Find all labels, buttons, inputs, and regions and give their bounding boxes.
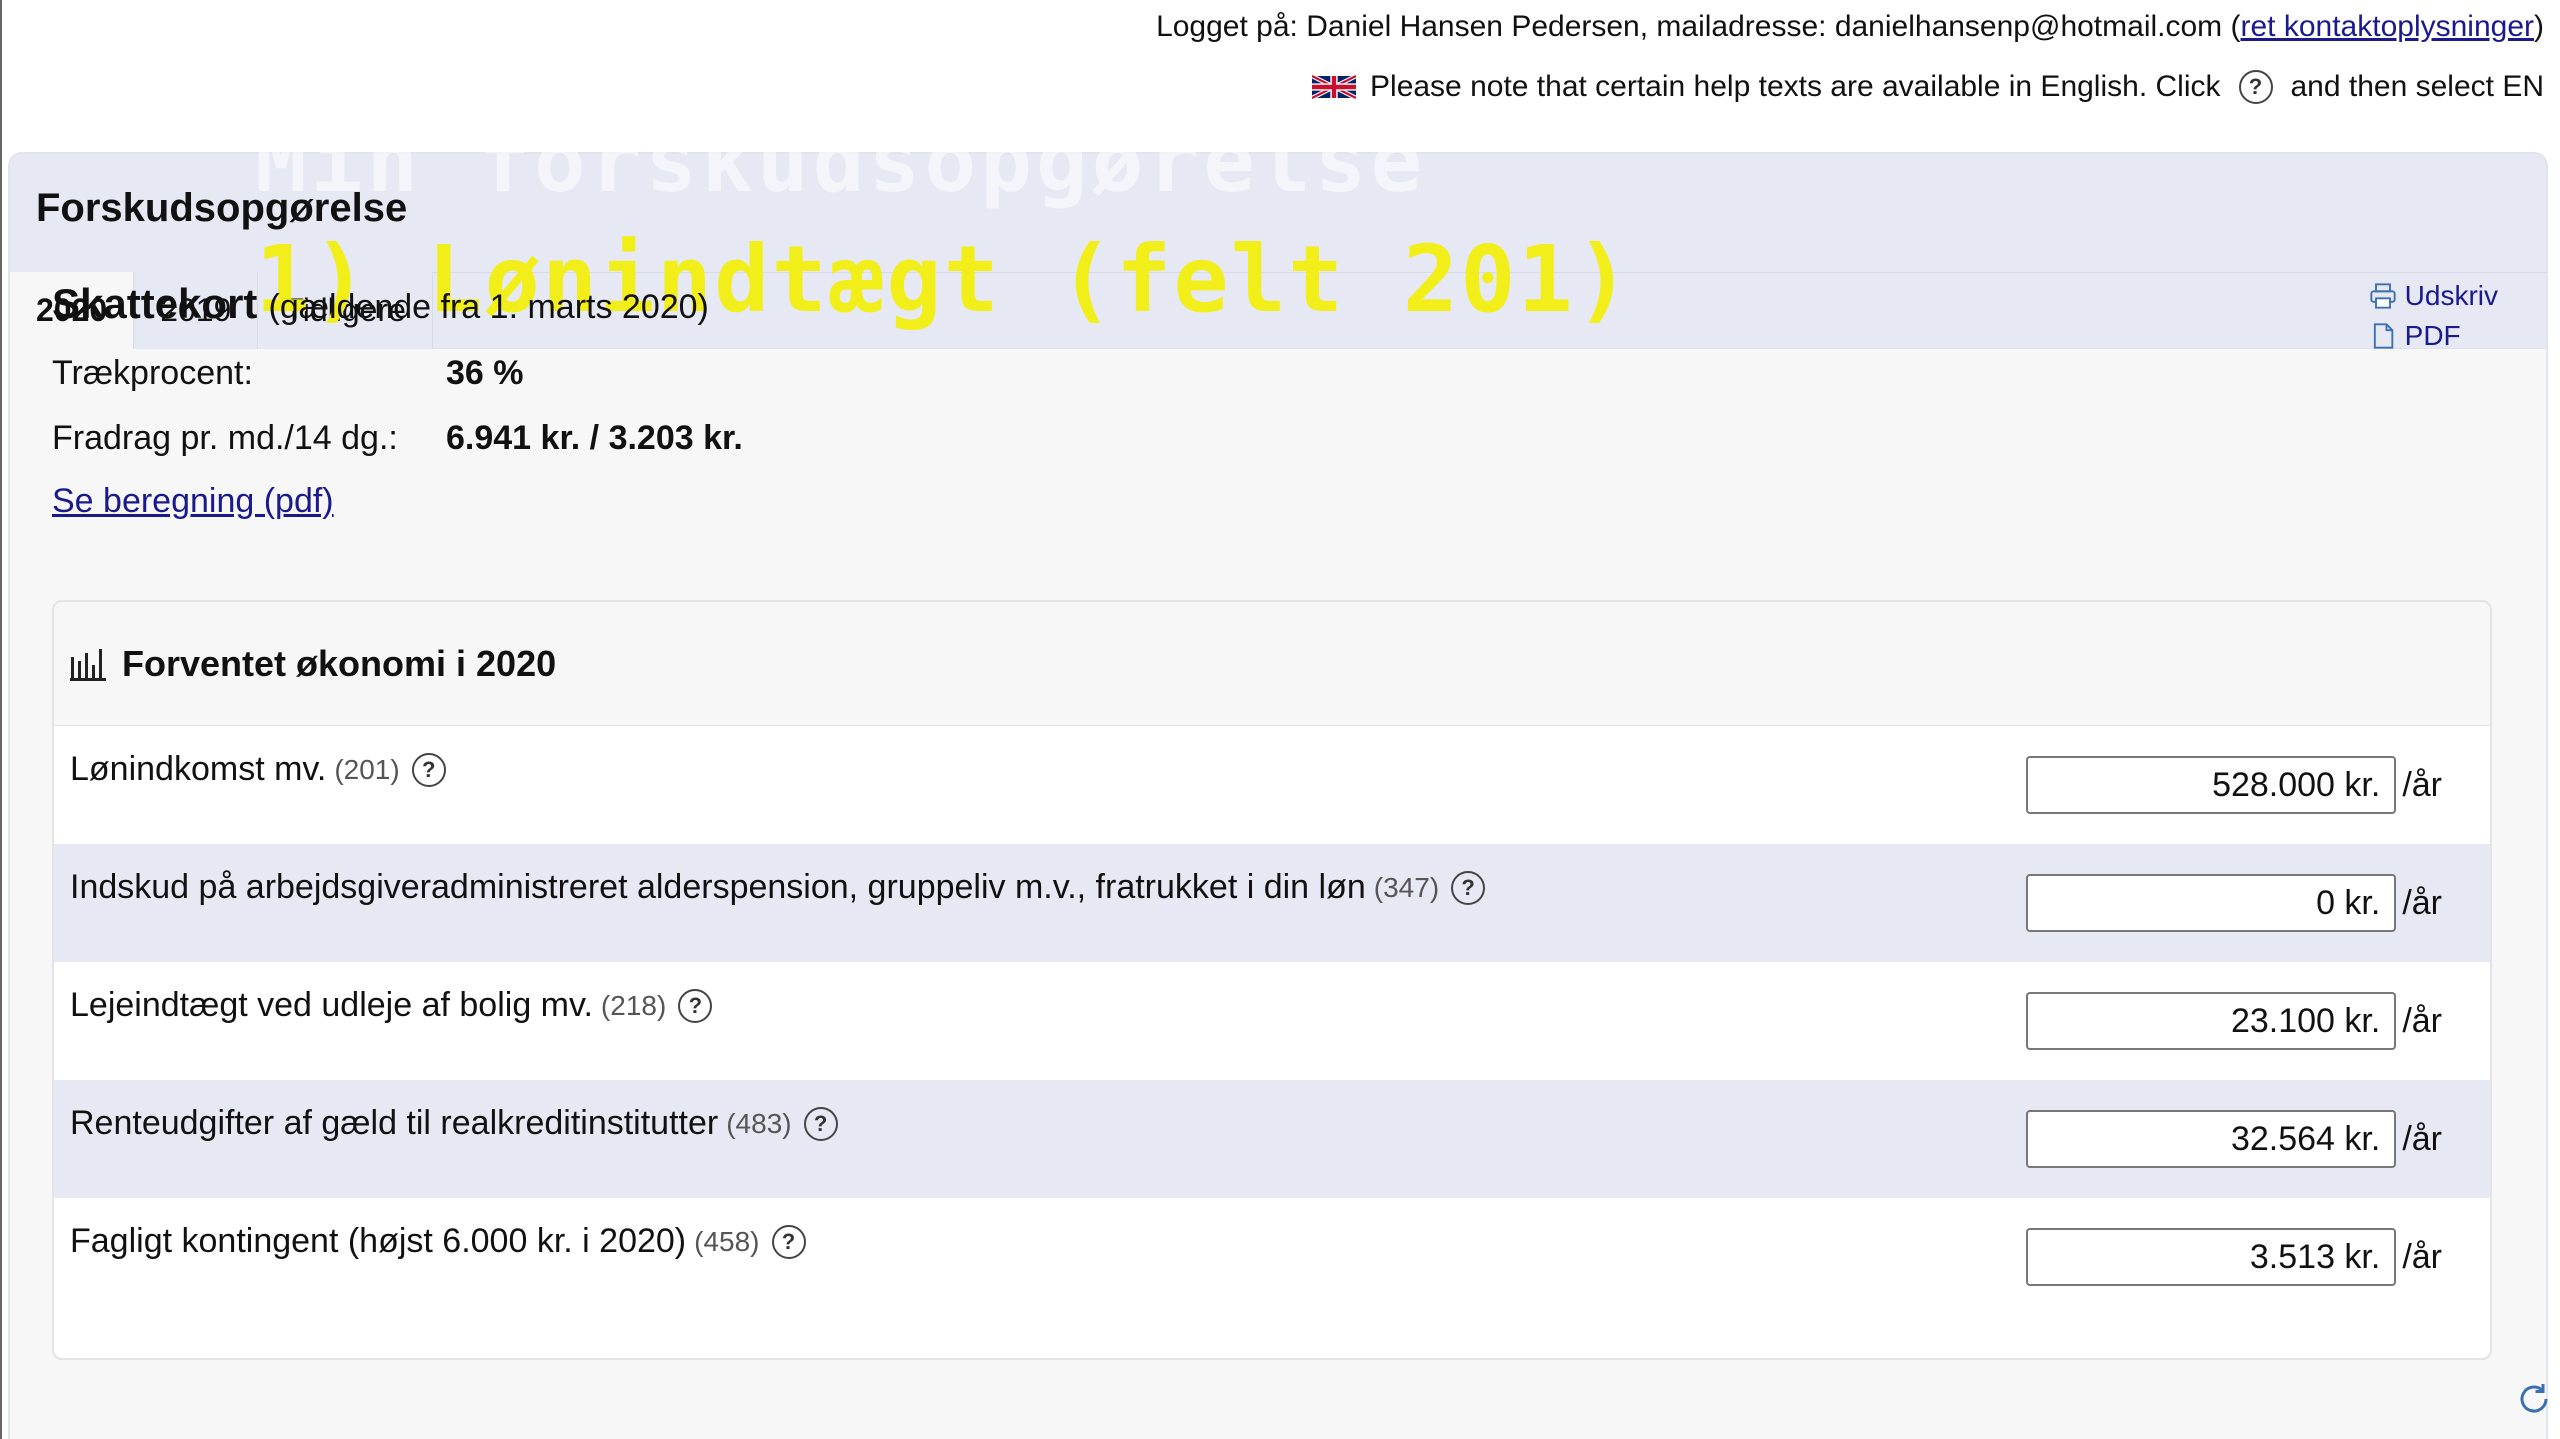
per-year-unit: /år <box>2402 1119 2442 1158</box>
printer-icon <box>2370 283 2396 309</box>
row-label-text: Renteudgifter af gæld til realkreditinst… <box>70 1104 719 1142</box>
row-label: Renteudgifter af gæld til realkreditinst… <box>70 1104 842 1143</box>
window-left-edge <box>0 0 2 1439</box>
print-action[interactable]: Udskriv <box>2369 280 2498 312</box>
skattekort-subtitle: (gældende fra 1. marts 2020) <box>268 288 709 326</box>
page-title: Forskudsopgørelse <box>36 186 408 230</box>
amount-input-483[interactable] <box>2026 1110 2397 1168</box>
field-code: (458) <box>694 1225 760 1257</box>
notice-text: Please note that certain help texts are … <box>1370 70 2221 103</box>
amount-input-218[interactable] <box>2026 992 2397 1050</box>
help-icon[interactable]: ? <box>678 988 713 1023</box>
pdf-action[interactable]: PDF <box>2369 320 2498 352</box>
per-year-unit: /år <box>2402 883 2442 922</box>
row-label-text: Lejeindtægt ved udleje af bolig mv. <box>70 986 593 1024</box>
economy-row: Fagligt kontingent (højst 6.000 kr. i 20… <box>54 1198 2490 1316</box>
login-text: Logget på: Daniel Hansen Pedersen, maila… <box>1156 10 2241 43</box>
traekprocent-label: Trækprocent: <box>52 354 253 392</box>
row-label: Fagligt kontingent (højst 6.000 kr. i 20… <box>70 1222 810 1261</box>
traekprocent-row: Trækprocent: 36 % <box>52 354 2452 393</box>
field-code: (218) <box>600 989 667 1021</box>
economy-header: Forventet økonomi i 2020 <box>54 602 2490 726</box>
fradrag-value: 6.941 kr. / 3.203 kr. <box>446 419 743 457</box>
help-icon[interactable]: ? <box>803 1106 838 1141</box>
amount-field: /år <box>2026 992 2442 1050</box>
pdf-label: PDF <box>2404 320 2461 351</box>
help-icon[interactable]: ? <box>771 1224 806 1259</box>
skattekort-title: Skattekort <box>52 280 258 327</box>
per-year-unit: /år <box>2402 765 2442 804</box>
skattekort-heading: Skattekort (gældende fra 1. marts 2020) <box>52 280 2452 328</box>
fradrag-label: Fradrag pr. md./14 dg.: <box>52 419 398 457</box>
economy-section: Forventet økonomi i 2020 Lønindkomst mv.… <box>52 600 2492 1360</box>
skattekort-section: Skattekort (gældende fra 1. marts 2020) … <box>52 280 2452 521</box>
row-label-text: Lønindkomst mv. <box>70 750 327 788</box>
language-notice: Please note that certain help texts are … <box>1312 70 2544 104</box>
notice-text-end: and then select EN <box>2290 70 2545 103</box>
uk-flag-icon <box>1312 75 1357 99</box>
help-icon[interactable]: ? <box>411 752 446 787</box>
economy-row: Renteudgifter af gæld til realkreditinst… <box>54 1080 2490 1198</box>
refresh-icon[interactable] <box>2516 1381 2552 1417</box>
traekprocent-value: 36 % <box>446 354 524 392</box>
row-label-text: Fagligt kontingent (højst 6.000 kr. i 20… <box>70 1222 687 1260</box>
se-beregning-link[interactable]: Se beregning (pdf) <box>52 482 334 521</box>
row-label: Lønindkomst mv. (201) ? <box>70 750 450 789</box>
economy-row: Indskud på arbejdsgiveradministreret ald… <box>54 844 2490 962</box>
edit-contact-link[interactable]: ret kontaktoplysninger <box>2241 10 2535 43</box>
amount-input-347[interactable] <box>2026 874 2397 932</box>
row-label: Lejeindtægt ved udleje af bolig mv. (218… <box>70 986 716 1025</box>
per-year-unit: /år <box>2402 1001 2442 1040</box>
economy-row: Lønindkomst mv. (201) ? /år <box>54 726 2490 844</box>
row-label: Indskud på arbejdsgiveradministreret ald… <box>70 868 1489 907</box>
per-year-unit: /år <box>2402 1237 2442 1276</box>
help-icon[interactable]: ? <box>2238 70 2273 104</box>
amount-field: /år <box>2026 1110 2442 1168</box>
document-icon <box>2373 323 2393 349</box>
field-code: (201) <box>334 753 400 785</box>
login-suffix: ) <box>2534 10 2544 43</box>
amount-input-458[interactable] <box>2026 1228 2397 1286</box>
amount-field: /år <box>2026 756 2442 814</box>
help-icon[interactable]: ? <box>1451 870 1486 905</box>
economy-row: Lejeindtægt ved udleje af bolig mv. (218… <box>54 962 2490 1080</box>
print-label: Udskriv <box>2404 280 2498 311</box>
login-info: Logget på: Daniel Hansen Pedersen, maila… <box>1156 10 2544 44</box>
amount-input-201[interactable] <box>2026 756 2397 814</box>
amount-field: /år <box>2026 874 2442 932</box>
field-code: (347) <box>1373 871 1440 903</box>
side-actions: Udskriv PDF <box>2369 280 2498 360</box>
bar-chart-icon <box>70 648 106 681</box>
economy-title: Forventet økonomi i 2020 <box>122 642 557 684</box>
row-label-text: Indskud på arbejdsgiveradministreret ald… <box>70 868 1366 906</box>
field-code: (483) <box>726 1107 792 1139</box>
fradrag-row: Fradrag pr. md./14 dg.: 6.941 kr. / 3.20… <box>52 419 2452 458</box>
amount-field: /år <box>2026 1228 2442 1286</box>
